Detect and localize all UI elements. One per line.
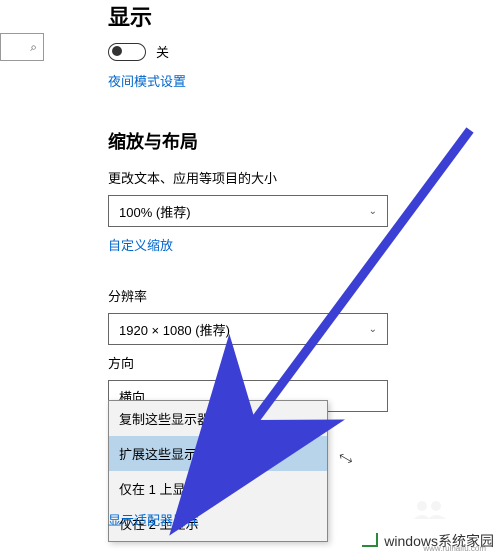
toggle-knob-icon <box>112 46 122 56</box>
display-adapter-link[interactable]: 显示适配器属性 <box>108 510 199 529</box>
custom-scaling-link[interactable]: 自定义缩放 <box>108 235 173 254</box>
chevron-down-icon: ⌄ <box>369 324 377 335</box>
night-light-toggle-row: 关 <box>108 42 500 61</box>
watermark-logo-icon <box>362 533 380 549</box>
watermark-sub: www.ruihaifu.com <box>423 544 486 553</box>
resolution-label: 分辨率 <box>108 286 500 305</box>
toggle-state-label: 关 <box>156 42 169 61</box>
orientation-label: 方向 <box>108 353 500 372</box>
night-light-settings-link[interactable]: 夜间模式设置 <box>108 71 186 90</box>
night-light-toggle[interactable] <box>108 43 146 61</box>
text-size-dropdown[interactable]: 100% (推荐) ⌄ <box>108 195 388 227</box>
popup-option-duplicate[interactable]: 复制这些显示器 <box>109 401 327 436</box>
resolution-dropdown[interactable]: 1920 × 1080 (推荐) ⌄ <box>108 313 388 345</box>
search-icon: ⌕ <box>30 40 37 55</box>
popup-option-extend[interactable]: 扩展这些显示器 <box>109 436 327 471</box>
popup-option-only-1[interactable]: 仅在 1 上显示 <box>109 471 327 506</box>
watermark: windows系统家园 www.ruihaifu.com <box>362 531 494 551</box>
people-ghost-icon <box>412 499 448 519</box>
search-input[interactable]: ⌕ <box>0 33 44 61</box>
text-size-value: 100% (推荐) <box>119 202 191 221</box>
settings-content: 显示 关 夜间模式设置 缩放与布局 更改文本、应用等项目的大小 100% (推荐… <box>108 0 500 464</box>
resolution-value: 1920 × 1080 (推荐) <box>119 320 230 339</box>
scale-layout-heading: 缩放与布局 <box>108 128 500 154</box>
page-title: 显示 <box>108 0 500 32</box>
text-size-label: 更改文本、应用等项目的大小 <box>108 168 500 187</box>
chevron-down-icon: ⌄ <box>369 206 377 217</box>
